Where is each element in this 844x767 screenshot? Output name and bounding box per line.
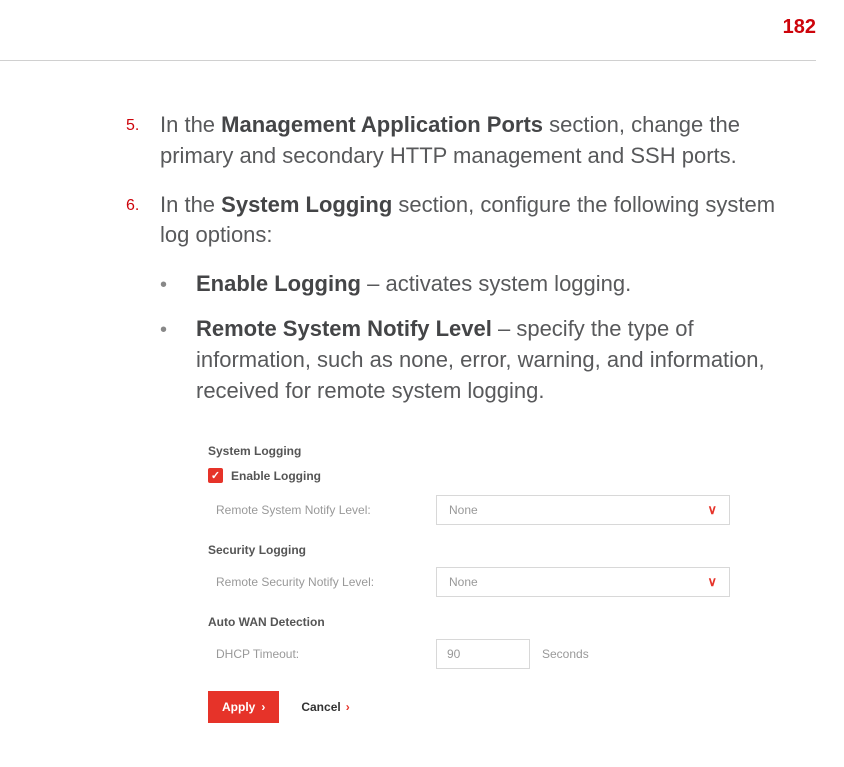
page-number: 182 <box>783 16 816 39</box>
bullet-item: • Remote System Notify Level – specify t… <box>160 314 784 406</box>
bullet1-bold: Enable Logging <box>196 271 361 296</box>
dhcp-timeout-label: DHCP Timeout: <box>208 647 436 661</box>
bullet-dot: • <box>160 314 196 406</box>
step6-prefix: In the <box>160 192 221 217</box>
step-6: 6. In the System Logging section, config… <box>126 190 784 252</box>
remote-system-row: Remote System Notify Level: None ∨ <box>208 495 753 525</box>
remote-system-value: None <box>449 503 478 517</box>
enable-logging-row: ✓ Enable Logging <box>208 468 753 483</box>
cancel-label: Cancel <box>301 700 340 714</box>
remote-security-label: Remote Security Notify Level: <box>208 575 436 589</box>
cancel-button[interactable]: Cancel › <box>301 700 349 714</box>
bullet-text: Remote System Notify Level – specify the… <box>196 314 784 406</box>
dhcp-timeout-row: DHCP Timeout: 90 Seconds <box>208 639 753 669</box>
remote-security-row: Remote Security Notify Level: None ∨ <box>208 567 753 597</box>
bullet-text: Enable Logging – activates system loggin… <box>196 269 631 300</box>
button-row: Apply › Cancel › <box>208 691 753 723</box>
security-logging-heading: Security Logging <box>208 543 753 557</box>
remote-system-label: Remote System Notify Level: <box>208 503 436 517</box>
bullet2-bold: Remote System Notify Level <box>196 316 492 341</box>
bullet-item: • Enable Logging – activates system logg… <box>160 269 784 300</box>
system-logging-heading: System Logging <box>208 444 753 458</box>
enable-logging-checkbox[interactable]: ✓ <box>208 468 223 483</box>
header-divider <box>0 60 816 61</box>
chevron-down-icon: ∨ <box>707 502 717 518</box>
remote-system-select[interactable]: None ∨ <box>436 495 730 525</box>
remote-security-select[interactable]: None ∨ <box>436 567 730 597</box>
enable-logging-label: Enable Logging <box>231 469 321 483</box>
step5-bold: Management Application Ports <box>221 112 543 137</box>
step-number: 6. <box>126 190 160 252</box>
bullet-dot: • <box>160 269 196 300</box>
apply-label: Apply <box>222 700 255 714</box>
chevron-right-icon: › <box>346 700 350 714</box>
dhcp-timeout-input[interactable]: 90 <box>436 639 530 669</box>
embedded-screenshot: System Logging ✓ Enable Logging Remote S… <box>208 444 753 723</box>
step-number: 5. <box>126 110 160 172</box>
bullet1-rest: – activates system logging. <box>361 271 631 296</box>
content-area: 5. In the Management Application Ports s… <box>126 110 784 723</box>
step-5: 5. In the Management Application Ports s… <box>126 110 784 172</box>
chevron-down-icon: ∨ <box>707 574 717 590</box>
step6-bold: System Logging <box>221 192 392 217</box>
step-text: In the System Logging section, configure… <box>160 190 784 252</box>
step5-prefix: In the <box>160 112 221 137</box>
chevron-right-icon: › <box>261 700 265 714</box>
apply-button[interactable]: Apply › <box>208 691 279 723</box>
bullet-list: • Enable Logging – activates system logg… <box>160 269 784 406</box>
remote-security-value: None <box>449 575 478 589</box>
dhcp-timeout-value: 90 <box>447 647 460 661</box>
auto-wan-heading: Auto WAN Detection <box>208 615 753 629</box>
dhcp-timeout-unit: Seconds <box>542 647 589 661</box>
step-text: In the Management Application Ports sect… <box>160 110 784 172</box>
